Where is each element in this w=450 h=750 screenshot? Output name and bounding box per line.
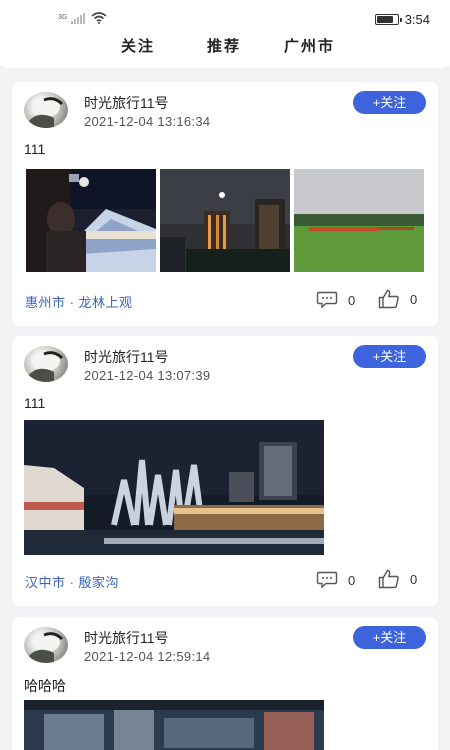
avatar[interactable]: [24, 92, 68, 128]
avatar[interactable]: [24, 627, 68, 663]
username[interactable]: 时光旅行11号: [84, 628, 169, 648]
comment-icon: [316, 571, 338, 589]
comment-icon: [316, 291, 338, 309]
comment-count[interactable]: 0: [316, 291, 355, 309]
username[interactable]: 时光旅行11号: [84, 347, 169, 367]
post-text: 111: [24, 141, 46, 157]
post-location[interactable]: 惠州市 · 龙林上观: [25, 292, 133, 311]
post-card[interactable]: 时光旅行11号 2021-12-04 13:16:34 +关注 111 惠州市 …: [12, 82, 438, 326]
comment-count-value: 0: [348, 572, 356, 588]
like-count[interactable]: 0: [378, 289, 417, 309]
previous-card-bottom: [0, 58, 450, 68]
like-count-value: 0: [410, 571, 418, 587]
battery-icon: [374, 14, 402, 25]
post-timestamp: 2021-12-04 13:16:34: [84, 114, 211, 129]
clock: 3:54: [404, 12, 430, 27]
status-bar: 3G 3:54: [0, 0, 450, 30]
post-image[interactable]: [160, 169, 290, 272]
like-count[interactable]: 0: [378, 569, 417, 589]
follow-button[interactable]: +关注: [353, 91, 426, 114]
follow-button[interactable]: +关注: [353, 626, 426, 649]
post-text: 哈哈哈: [24, 678, 66, 694]
signal-icon: [71, 12, 86, 24]
follow-button[interactable]: +关注: [353, 345, 426, 368]
post-timestamp: 2021-12-04 13:07:39: [84, 368, 211, 383]
post-image[interactable]: [26, 169, 156, 272]
post-location[interactable]: 汉中市 · 殷家沟: [25, 572, 119, 591]
comment-count[interactable]: 0: [316, 571, 355, 589]
post-image[interactable]: [24, 700, 324, 750]
thumbs-up-icon: [378, 289, 399, 309]
like-count-value: 0: [410, 291, 418, 307]
post-text: 111: [24, 395, 46, 411]
comment-count-value: 0: [348, 292, 356, 308]
post-image[interactable]: [24, 420, 324, 555]
network-type: 3G: [58, 14, 68, 21]
post-card[interactable]: 时光旅行11号 2021-12-04 13:07:39 +关注 111 汉中市 …: [12, 336, 438, 606]
tab-recommended[interactable]: 推荐: [207, 35, 241, 56]
thumbs-up-icon: [378, 569, 399, 589]
post-card[interactable]: 时光旅行11号 2021-12-04 12:59:14 +关注 哈哈哈: [12, 617, 438, 750]
avatar[interactable]: [24, 346, 68, 382]
post-image[interactable]: [294, 169, 424, 272]
tab-guangzhou[interactable]: 广州市: [284, 35, 335, 56]
tab-following[interactable]: 关注: [121, 35, 155, 56]
username[interactable]: 时光旅行11号: [84, 93, 169, 113]
wifi-icon: [91, 12, 107, 24]
post-timestamp: 2021-12-04 12:59:14: [84, 649, 211, 664]
